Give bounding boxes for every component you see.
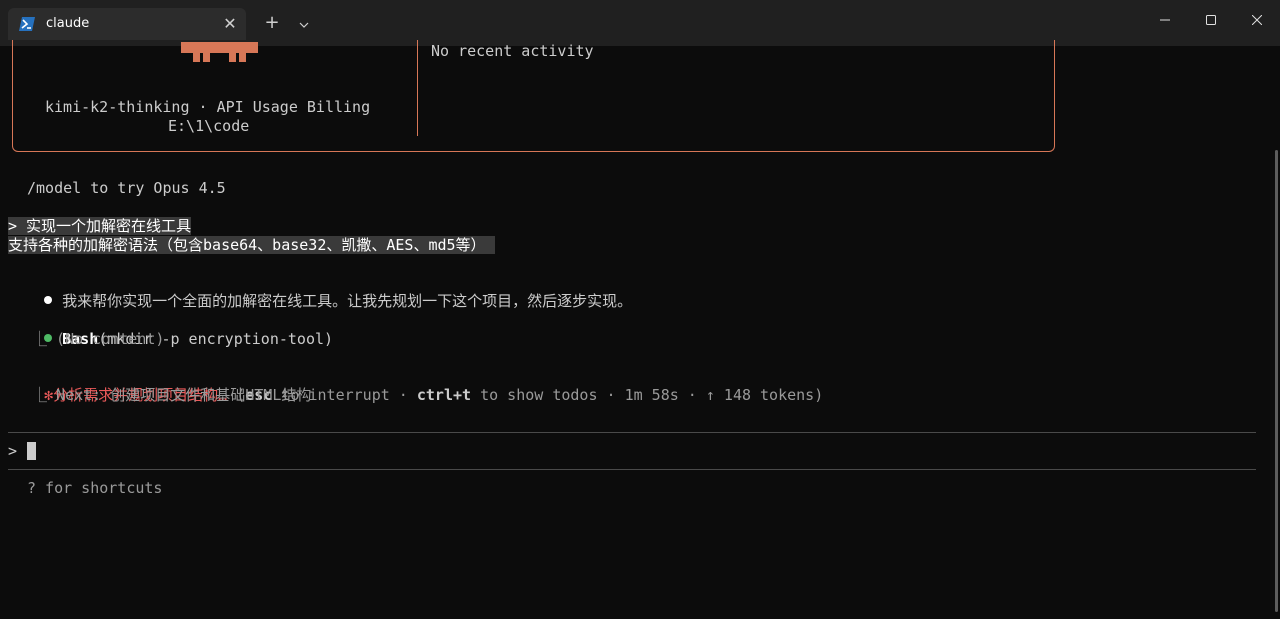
next-step-text: Next: 创建项目文件和基础HTML结构 [47,386,312,404]
terminal-pane[interactable]: kimi-k2-thinking · API Usage Billing E:\… [0,40,1280,619]
working-directory: E:\1\code [168,117,250,135]
powershell-icon [19,17,35,31]
tab-title: claude [46,16,90,31]
tab-claude[interactable]: claude ✕ [8,8,246,40]
text-cursor [27,442,36,460]
chevron-down-icon [299,22,309,28]
user-prompt-text-2: 支持各种的加解密语法（包含base64、base32、凯撒、AES、md5等） [8,236,495,254]
next-step: ⎿ Next: 创建项目文件和基础HTML结构 [32,386,311,405]
model-line: kimi-k2-thinking · API Usage Billing [45,98,371,116]
input-bottom-divider [8,469,1256,470]
tool-result: ⎿ (No content) [32,330,164,349]
todos-key-hint: ctrl+t [416,386,472,404]
model-hint: /model to try Opus 4.5 [27,179,226,197]
input-prompt-symbol: > [8,442,18,460]
minimize-icon [1160,19,1170,21]
close-icon [1252,15,1262,25]
minimize-button[interactable] [1142,0,1188,40]
message-bullet-icon [44,296,53,304]
tool-result-text: (No content) [47,330,165,348]
scrollbar[interactable] [1275,150,1278,612]
new-tab-button[interactable]: + [262,13,282,33]
recent-activity: No recent activity [431,42,594,60]
user-prompt-line-1: > 实现一个加解密在线工具 [8,217,192,236]
todos-hint-text: to show todos · 1m 58s · ↑ 148 tokens) [471,386,824,404]
user-prompt-text-1: > 实现一个加解密在线工具 [8,217,192,235]
tab-dropdown-button[interactable] [294,13,314,33]
tool-result-connector-icon: ⎿ [32,330,48,348]
maximize-button[interactable] [1188,0,1234,40]
welcome-panel: kimi-k2-thinking · API Usage Billing E:\… [12,40,1055,152]
next-connector-icon: ⎿ [32,386,48,404]
user-prompt-line-2: 支持各种的加解密语法（包含base64、base32、凯撒、AES、md5等） [8,236,495,255]
close-window-button[interactable] [1234,0,1280,40]
input-top-divider [8,432,1256,433]
shortcuts-hint: ? for shortcuts [27,479,163,497]
tab-close-icon[interactable]: ✕ [222,14,238,34]
maximize-icon [1206,15,1216,25]
assistant-message-text: 我来帮你实现一个全面的加解密在线工具。让我先规划一下这个项目，然后逐步实现。 [62,292,633,310]
welcome-divider [417,40,418,136]
claude-mascot-icon [181,42,258,62]
